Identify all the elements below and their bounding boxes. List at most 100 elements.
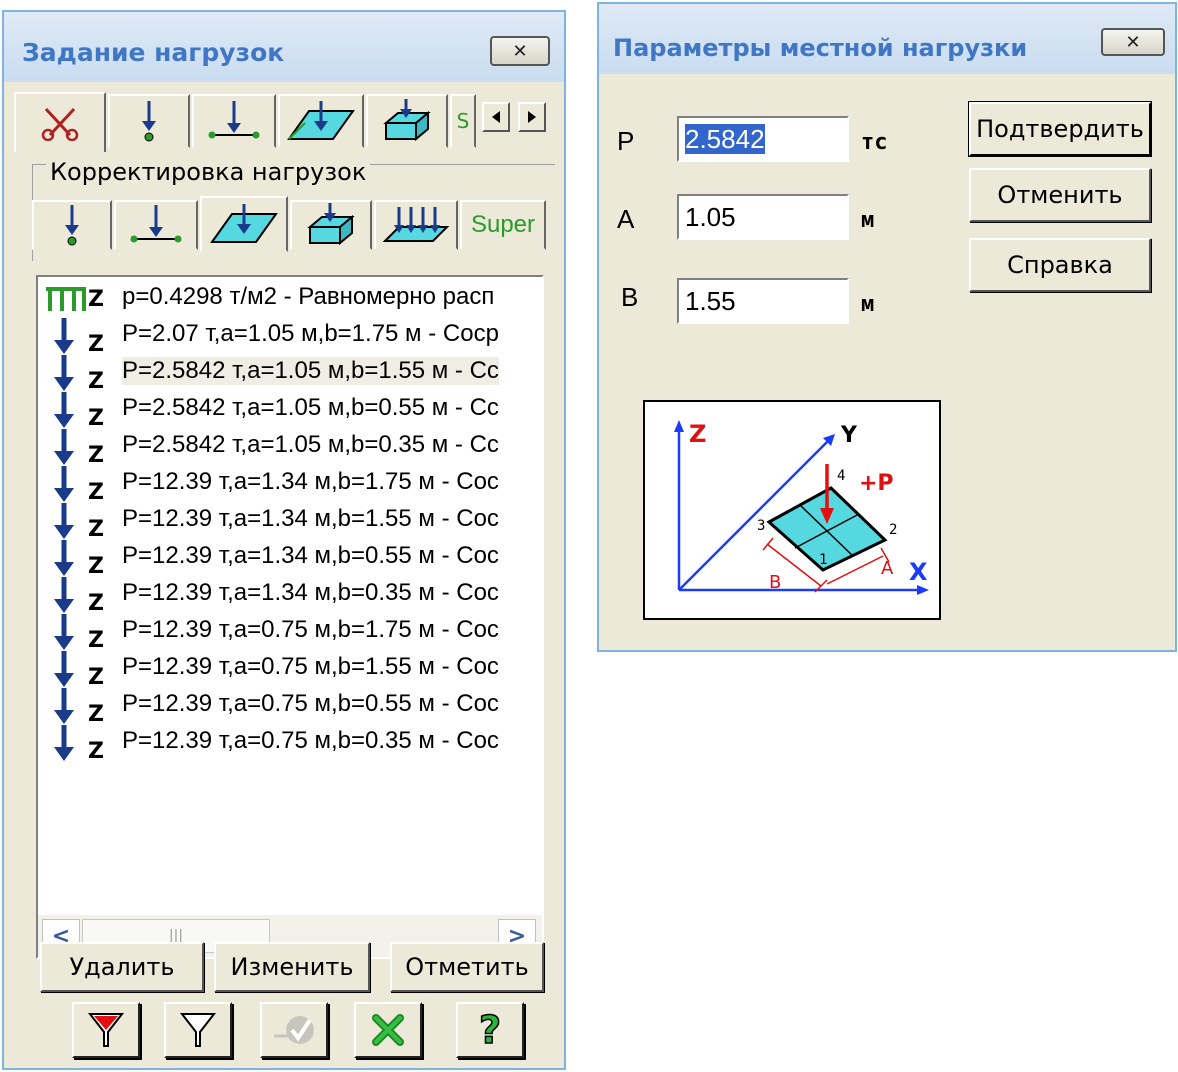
node-force-icon <box>65 205 79 246</box>
load-description: P=2.5842 т,a=1.05 м,b=0.35 м - Сс <box>122 431 499 458</box>
axis-label: Z <box>88 406 104 431</box>
axis-label: Z <box>88 665 104 690</box>
load-list-item[interactable]: Z P=2.07 т,a=1.05 м,b=1.75 м - Соср <box>38 318 542 357</box>
subtab-node-force[interactable] <box>32 200 112 250</box>
axis-label: Z <box>88 332 104 357</box>
load-list-item[interactable]: Z P=12.39 т,a=1.34 м,b=1.55 м - Сос <box>38 503 542 542</box>
tab-cut[interactable] <box>14 92 106 152</box>
group-label: Корректировка нагрузок <box>46 158 371 186</box>
load-scheme-diagram: Z Y X B A +P 1 2 3 4 <box>643 400 941 620</box>
load-list-item[interactable]: Z P=12.39 т,a=1.34 м,b=1.75 м - Сос <box>38 466 542 505</box>
load-list-item[interactable]: Z P=2.5842 т,a=1.05 м,b=0.55 м - Сс <box>38 392 542 431</box>
load-type-tabs: S <box>14 92 559 152</box>
axis-label: Z <box>88 369 104 394</box>
force-label: +P <box>859 471 894 496</box>
tab-beam-force[interactable] <box>192 94 276 148</box>
tab-solid-load[interactable] <box>366 94 448 148</box>
a-input[interactable]: 1.05 <box>677 194 849 240</box>
subtab-solid-load[interactable] <box>290 200 372 250</box>
close-x-icon <box>372 1014 404 1046</box>
tab-scroll-right[interactable] <box>518 102 546 132</box>
load-list-item[interactable]: Z P=2.5842 т,a=1.05 м,b=1.55 м - Сс <box>38 355 542 394</box>
filter-button[interactable] <box>164 1002 232 1058</box>
b-value: 1.55 <box>685 286 736 316</box>
axis-z-label: Z <box>689 420 706 448</box>
b-unit: м <box>861 292 875 317</box>
axis-label: Z <box>88 443 104 468</box>
load-list-item[interactable]: Z P=12.39 т,a=1.34 м,b=0.35 м - Сос <box>38 577 542 616</box>
load-list-item[interactable]: Z P=12.39 т,a=1.34 м,b=0.55 м - Сос <box>38 540 542 579</box>
help-button[interactable]: Справка <box>969 238 1151 292</box>
mark-button[interactable]: Отметить <box>390 942 544 992</box>
axis-label: Z <box>88 554 104 579</box>
node-force-icon <box>142 101 156 142</box>
load-description: P=2.5842 т,a=1.05 м,b=1.55 м - Сс <box>122 357 499 385</box>
load-list-item[interactable]: Z P=12.39 т,a=0.75 м,b=1.55 м - Сос <box>38 651 542 690</box>
load-list-item[interactable]: Z P=2.5842 т,a=1.05 м,b=0.35 м - Сс <box>38 429 542 468</box>
subtab-plate-load[interactable] <box>200 196 288 252</box>
beam-force-icon <box>208 101 260 139</box>
load-list[interactable]: Z P=12.39 т,a=0.75 м,b=0.35 м - Сос Z P=12.… <box>36 275 544 959</box>
subtab-multi-load[interactable] <box>374 200 458 250</box>
node-2-label: 2 <box>889 522 897 538</box>
node-3-label: 3 <box>757 518 765 534</box>
tab-node-force[interactable] <box>108 94 190 148</box>
a-unit: м <box>861 208 875 233</box>
window-title: Параметры местной нагрузки <box>613 34 1028 62</box>
load-description: P=12.39 т,a=0.75 м,b=0.55 м - Сос <box>122 690 499 717</box>
filter-marked-button[interactable] <box>72 1002 140 1058</box>
solid-load-icon <box>307 203 355 246</box>
dim-a-label: A <box>881 558 894 579</box>
b-input[interactable]: 1.55 <box>677 278 849 324</box>
axis-label: Z <box>88 591 104 616</box>
a-label: A <box>617 204 635 234</box>
subtab-super[interactable]: Super <box>460 200 546 250</box>
title-bar: Параметры местной нагрузки ✕ <box>599 4 1175 74</box>
apply-button[interactable] <box>260 1002 328 1058</box>
load-list-item[interactable]: Z P=12.39 т,a=0.75 м,b=1.75 м - Сос <box>38 614 542 653</box>
node-1-label: 1 <box>819 552 827 568</box>
axis-label: Z <box>88 628 104 653</box>
load-description: P=2.5842 т,a=1.05 м,b=0.55 м - Сс <box>122 394 499 421</box>
load-list-item[interactable]: Zp=0.4298 т/м2 - Равномерно расп <box>38 281 542 317</box>
load-definition-window: Задание нагрузок ✕ S Корректировка нагру… <box>2 10 566 1070</box>
tab-more[interactable]: S <box>450 94 476 148</box>
delete-button[interactable]: Удалить <box>40 942 204 992</box>
cancel-button[interactable]: Отменить <box>969 168 1151 222</box>
edit-button[interactable]: Изменить <box>214 942 370 992</box>
bottom-toolbar: ? <box>24 1002 554 1066</box>
tab-scroll-left[interactable] <box>482 102 510 132</box>
load-list-item[interactable]: Z P=12.39 т,a=0.75 м,b=0.55 м - Сос <box>38 688 542 727</box>
close-button[interactable]: ✕ <box>490 36 550 66</box>
axis-x-label: X <box>909 558 928 586</box>
load-description: P=12.39 т,a=1.34 м,b=0.35 м - Сос <box>122 579 499 606</box>
p-value: 2.5842 <box>685 124 765 154</box>
close-x-button[interactable] <box>354 1002 422 1058</box>
axis-label: Z <box>88 517 104 542</box>
load-list-item[interactable]: Z P=12.39 т,a=0.75 м,b=0.35 м - Сос <box>38 725 542 764</box>
load-description: P=12.39 т,a=0.75 м,b=1.55 м - Сос <box>122 653 499 680</box>
close-button[interactable]: ✕ <box>1101 28 1165 56</box>
tab-plate-load[interactable] <box>278 94 364 148</box>
window-title: Задание нагрузок <box>22 38 285 67</box>
triangle-left-icon <box>492 111 500 123</box>
subtab-beam-force[interactable] <box>114 200 198 250</box>
beam-force-icon <box>130 205 182 243</box>
confirm-button[interactable]: Подтвердить <box>968 101 1152 157</box>
p-input[interactable]: 2.5842 <box>677 116 849 162</box>
help-icon: ? <box>478 1007 502 1053</box>
help-button[interactable]: ? <box>456 1002 524 1058</box>
multi-load-icon <box>382 207 450 242</box>
node-4-label: 4 <box>837 468 845 484</box>
solid-load-icon <box>383 99 431 142</box>
axis-label: Z <box>88 739 104 764</box>
load-description: P=12.39 т,a=0.75 м,b=1.75 м - Сос <box>122 616 499 643</box>
triangle-right-icon <box>528 111 536 123</box>
b-label: B <box>621 282 639 312</box>
axis-label: Z <box>88 702 104 727</box>
filter-marked-icon <box>87 1013 125 1047</box>
axis-label: Z <box>88 287 104 312</box>
cut-icon <box>41 107 79 141</box>
p-label: P <box>617 126 635 156</box>
plate-load-icon <box>287 101 355 140</box>
